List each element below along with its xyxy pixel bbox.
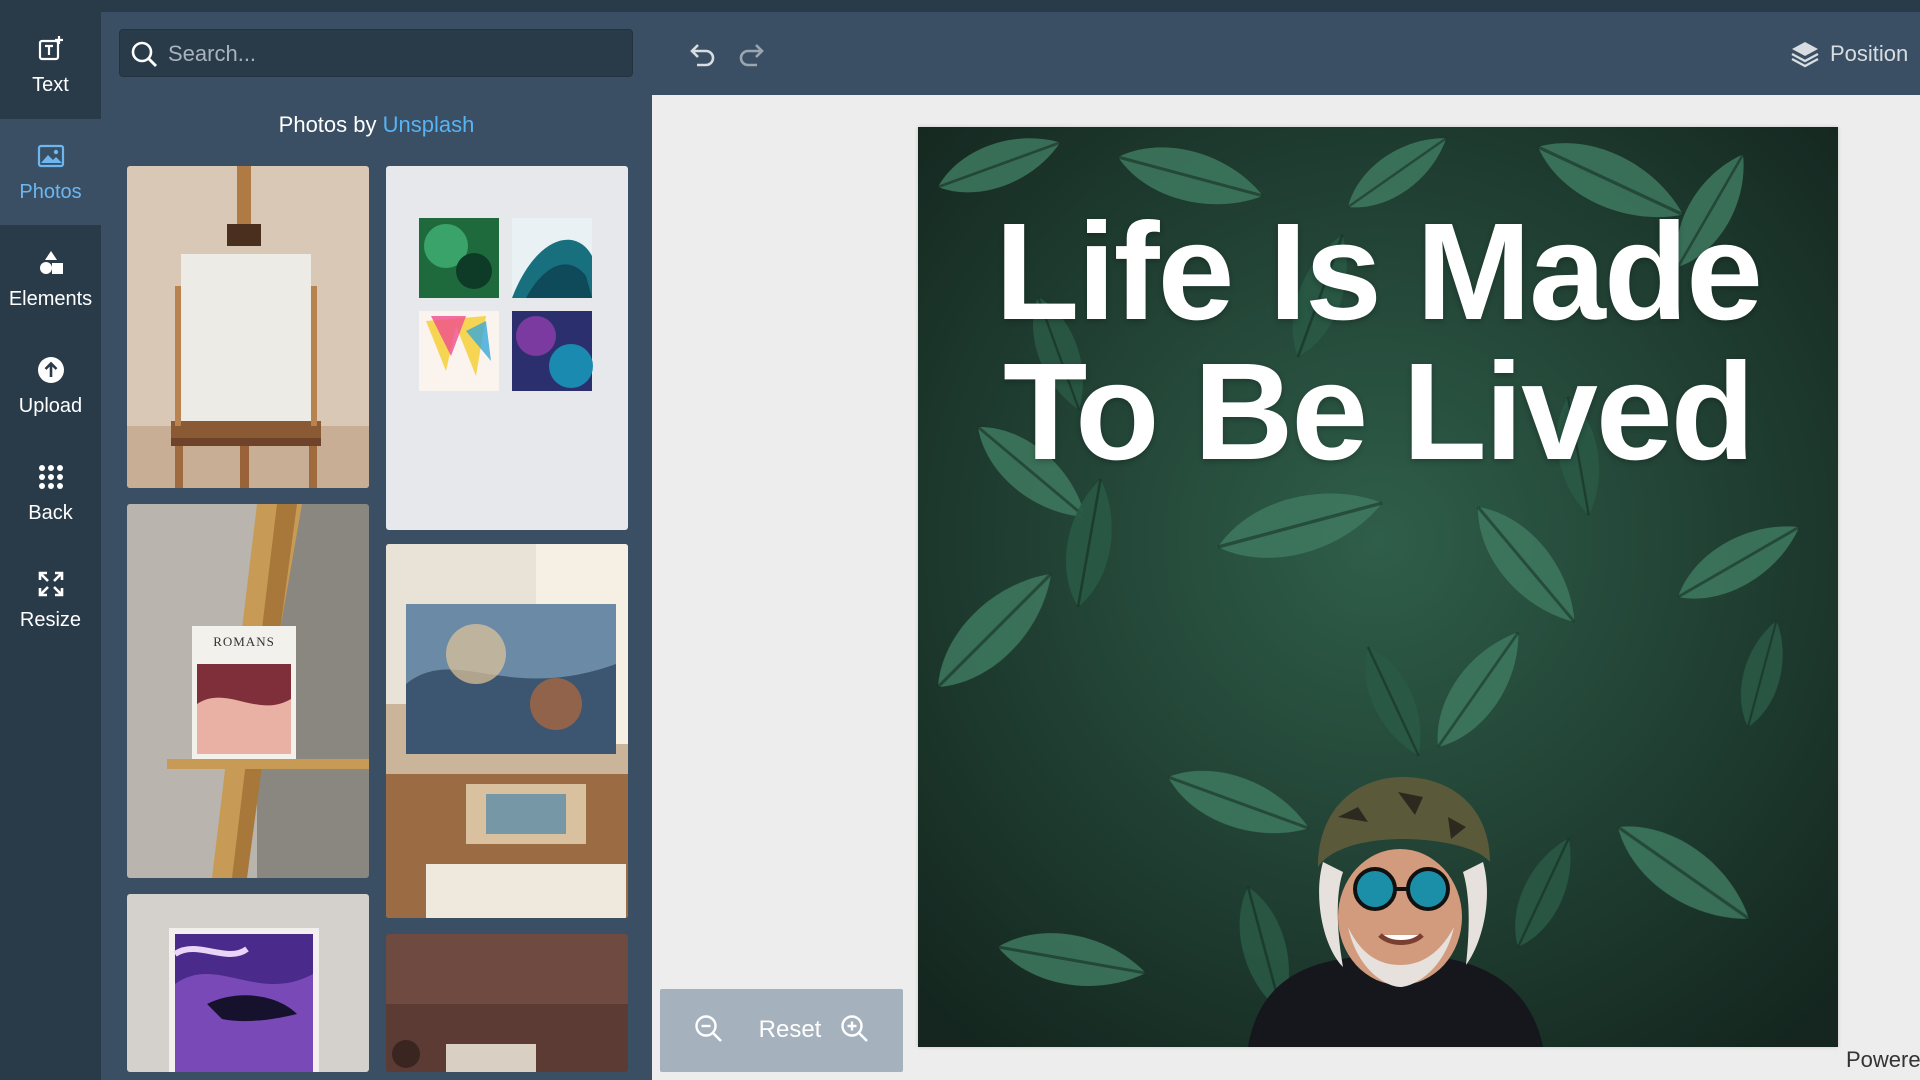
photo-thumb-studio-painting[interactable] [386,544,628,918]
rail-label-back: Back [28,501,73,524]
rail-item-text[interactable]: Text [0,12,101,118]
photo-thumb-wall-paintings[interactable] [386,166,628,530]
redo-button[interactable] [735,38,767,70]
canvas-headline[interactable]: Life Is Made To Be Lived [918,202,1838,482]
design-canvas[interactable]: Life Is Made To Be Lived [918,127,1838,1047]
rail-label-elements: Elements [8,287,93,310]
credit-prefix: Photos by [278,112,383,137]
photo-thumb-whale-art[interactable] [127,894,369,1072]
zoom-controls: Reset [660,989,903,1072]
editor-toolbar: Position [652,12,1920,95]
headline-line-1: Life Is Made [995,195,1763,349]
zoom-out-button[interactable] [694,1014,726,1046]
zoom-out-icon [695,1015,722,1042]
photos-panel: Photos by Unsplash [101,12,652,1080]
position-button[interactable]: Position [1790,36,1908,72]
rail-item-resize[interactable]: Resize [0,547,101,653]
layers-icon [1791,42,1819,68]
top-strip [0,0,1920,12]
zoom-reset-button[interactable]: Reset [750,1015,830,1045]
undo-button[interactable] [687,38,719,70]
photos-credit: Photos by Unsplash [101,112,652,138]
search-box [119,29,633,77]
redo-icon [739,44,764,67]
romans-cover-title: ROMANS [213,634,275,649]
upload-icon [36,355,66,385]
rail-item-upload[interactable]: Upload [0,333,101,439]
shapes-icon [36,248,66,278]
rail-item-back[interactable]: Back [0,440,101,546]
photo-thumb-romans-easel[interactable]: ROMANS [127,504,369,878]
zoom-in-icon [841,1015,868,1042]
rail-item-elements[interactable]: Elements [0,226,101,332]
search-input[interactable] [166,36,620,72]
text-add-icon [36,34,66,64]
rail-label-photos: Photos [19,180,82,203]
tool-rail: Text Photos Elements Upload Back Resize [0,12,101,1080]
zoom-in-button[interactable] [840,1014,872,1046]
powered-by-label: Powere [1846,1047,1920,1072]
image-icon [36,141,66,171]
resize-icon [36,569,66,599]
rail-label-resize: Resize [19,608,82,631]
photo-thumb-dark-room[interactable] [386,934,628,1072]
photo-thumb-easel-blank[interactable] [127,166,369,488]
grid-icon [36,462,66,492]
position-label: Position [1830,41,1909,66]
unsplash-link[interactable]: Unsplash [383,112,475,137]
headline-line-2: To Be Lived [1003,335,1755,489]
rail-item-photos[interactable]: Photos [0,119,101,225]
rail-label-text: Text [32,73,69,96]
undo-icon [690,44,715,67]
rail-label-upload: Upload [18,394,83,417]
search-icon [130,40,158,68]
